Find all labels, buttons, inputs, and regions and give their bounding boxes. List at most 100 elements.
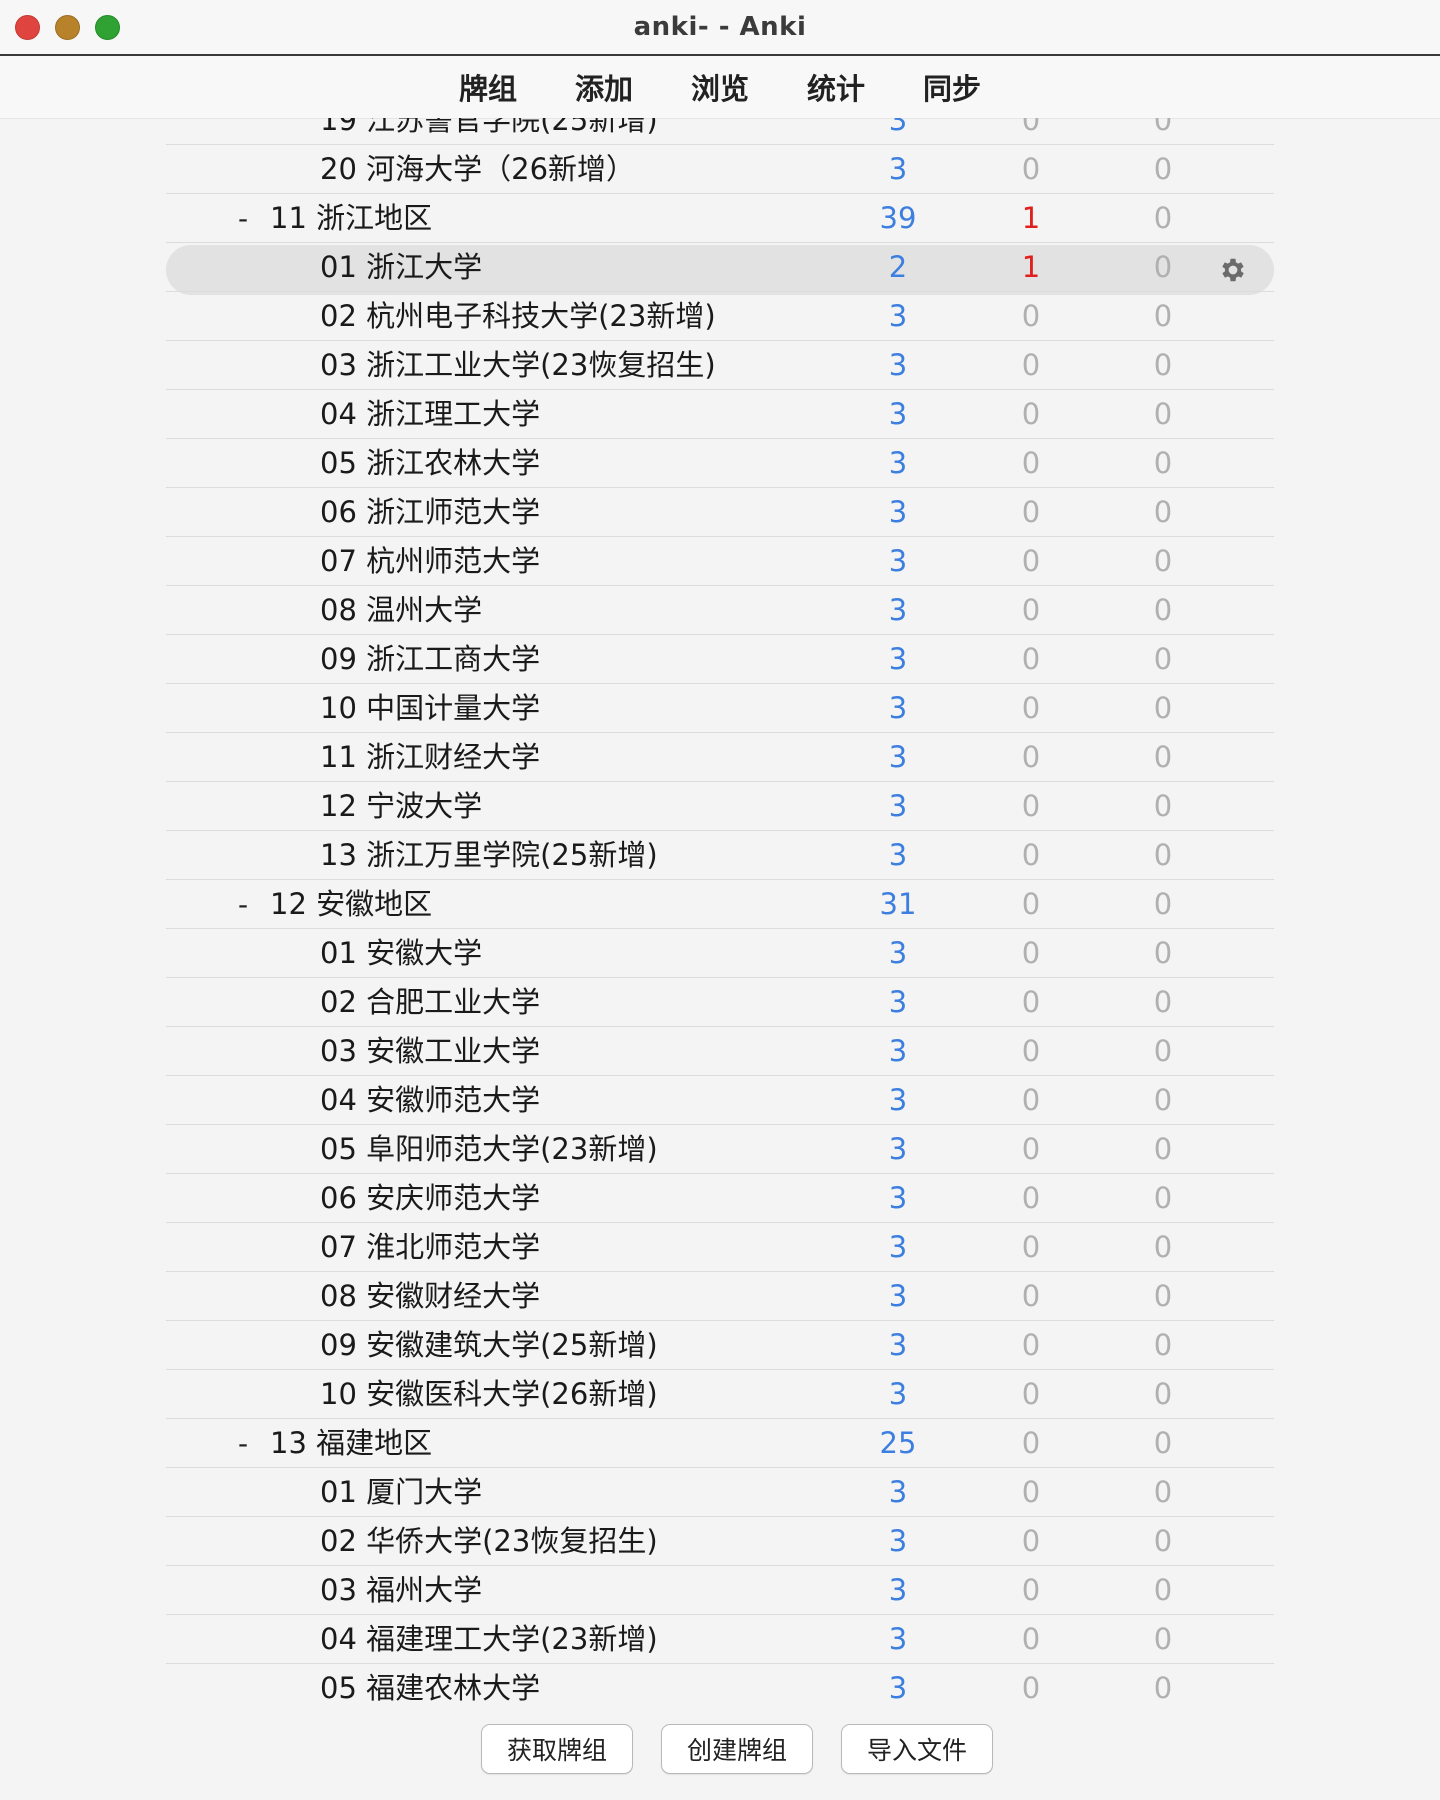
deck-row[interactable]: 02 华侨大学(23恢复招生) 3 0 0	[0, 1517, 1440, 1566]
deck-row[interactable]: 10 中国计量大学 3 0 0	[0, 684, 1440, 733]
deck-row[interactable]: 05 阜阳师范大学(23新增) 3 0 0	[0, 1125, 1440, 1174]
deck-name[interactable]: 08 安徽财经大学	[320, 1272, 540, 1321]
deck-name[interactable]: 05 浙江农林大学	[320, 439, 540, 488]
deck-row[interactable]: 08 安徽财经大学 3 0 0	[0, 1272, 1440, 1321]
deck-name[interactable]: 06 安庆师范大学	[320, 1174, 540, 1223]
deck-row[interactable]: 02 合肥工业大学 3 0 0	[0, 978, 1440, 1027]
deck-name[interactable]: 10 安徽医科大学(26新增)	[320, 1370, 658, 1419]
due-count: 0	[1153, 1524, 1173, 1558]
learn-count: 0	[1021, 152, 1041, 186]
deck-name[interactable]: 05 阜阳师范大学(23新增)	[320, 1125, 658, 1174]
deck-row[interactable]: 07 淮北师范大学 3 0 0	[0, 1223, 1440, 1272]
deck-name[interactable]: 01 安徽大学	[320, 929, 482, 978]
import-file-button[interactable]: 导入文件	[841, 1724, 993, 1774]
due-count: 0	[1153, 691, 1173, 725]
toolbar-decks[interactable]: 牌组	[430, 66, 546, 108]
deck-row[interactable]: 20 河海大学（26新增） 3 0 0	[0, 145, 1440, 194]
deck-name[interactable]: 03 福州大学	[320, 1566, 482, 1615]
due-count: 0	[1153, 1622, 1173, 1656]
due-count: 0	[1153, 1132, 1173, 1166]
deck-row[interactable]: 10 安徽医科大学(26新增) 3 0 0	[0, 1370, 1440, 1419]
new-count: 3	[888, 544, 908, 578]
create-deck-button[interactable]: 创建牌组	[661, 1724, 813, 1774]
new-count: 3	[888, 1671, 908, 1705]
deck-name[interactable]: 01 浙江大学	[320, 243, 482, 292]
deck-name[interactable]: 19 江苏警官学院(25新增)	[320, 118, 658, 145]
deck-name[interactable]: 02 杭州电子科技大学(23新增)	[320, 292, 716, 341]
deck-name[interactable]: 03 浙江工业大学(23恢复招生)	[320, 341, 716, 390]
deck-name[interactable]: 07 杭州师范大学	[320, 537, 540, 586]
deck-name[interactable]: 02 华侨大学(23恢复招生)	[320, 1517, 658, 1566]
deck-name[interactable]: 08 温州大学	[320, 586, 482, 635]
deck-row[interactable]: 03 福州大学 3 0 0	[0, 1566, 1440, 1615]
deck-name[interactable]: 04 福建理工大学(23新增)	[320, 1615, 658, 1664]
collapse-toggle[interactable]: -	[238, 880, 248, 929]
deck-name[interactable]: 20 河海大学（26新增）	[320, 145, 635, 194]
deck-name[interactable]: 05 福建农林大学	[320, 1664, 540, 1708]
toolbar-stats[interactable]: 统计	[778, 66, 894, 108]
deck-row[interactable]: 06 安庆师范大学 3 0 0	[0, 1174, 1440, 1223]
deck-row[interactable]: 02 杭州电子科技大学(23新增) 3 0 0	[0, 292, 1440, 341]
deck-group-row[interactable]: -13 福建地区 25 0 0	[0, 1419, 1440, 1468]
toolbar-sync[interactable]: 同步	[894, 66, 1010, 108]
new-count: 31	[879, 887, 917, 921]
deck-name[interactable]: 04 浙江理工大学	[320, 390, 540, 439]
deck-group-row[interactable]: -11 浙江地区 39 1 0	[0, 194, 1440, 243]
due-count: 0	[1153, 348, 1173, 382]
toolbar-add[interactable]: 添加	[546, 66, 662, 108]
deck-row[interactable]: 09 浙江工商大学 3 0 0	[0, 635, 1440, 684]
learn-count: 0	[1021, 1034, 1041, 1068]
deck-row[interactable]: 08 温州大学 3 0 0	[0, 586, 1440, 635]
due-count: 0	[1153, 936, 1173, 970]
learn-count: 0	[1021, 348, 1041, 382]
new-count: 3	[888, 1230, 908, 1264]
learn-count: 0	[1021, 1132, 1041, 1166]
deck-row[interactable]: 01 厦门大学 3 0 0	[0, 1468, 1440, 1517]
deck-name[interactable]: 09 浙江工商大学	[320, 635, 540, 684]
due-count: 0	[1153, 789, 1173, 823]
deck-name[interactable]: 13 福建地区	[270, 1419, 432, 1468]
deck-row[interactable]: 19 江苏警官学院(25新增) 3 0 0	[0, 118, 1440, 145]
due-count: 0	[1153, 1475, 1173, 1509]
learn-count: 0	[1021, 397, 1041, 431]
learn-count: 0	[1021, 642, 1041, 676]
deck-list[interactable]: 19 江苏警官学院(25新增) 3 0 0 20 河海大学（26新增） 3 0 0-11 浙江…	[0, 118, 1440, 1708]
deck-name[interactable]: 10 中国计量大学	[320, 684, 540, 733]
deck-row[interactable]: 07 杭州师范大学 3 0 0	[0, 537, 1440, 586]
deck-group-row[interactable]: -12 安徽地区 31 0 0	[0, 880, 1440, 929]
deck-row[interactable]: 05 浙江农林大学 3 0 0	[0, 439, 1440, 488]
deck-row[interactable]: 09 安徽建筑大学(25新增) 3 0 0	[0, 1321, 1440, 1370]
deck-name[interactable]: 11 浙江地区	[270, 194, 432, 243]
deck-row[interactable]: 03 浙江工业大学(23恢复招生) 3 0 0	[0, 341, 1440, 390]
gear-icon[interactable]	[1218, 255, 1248, 285]
deck-name[interactable]: 09 安徽建筑大学(25新增)	[320, 1321, 658, 1370]
toolbar-browse[interactable]: 浏览	[662, 66, 778, 108]
collapse-toggle[interactable]: -	[238, 1419, 248, 1468]
due-count: 0	[1153, 299, 1173, 333]
deck-name[interactable]: 04 安徽师范大学	[320, 1076, 540, 1125]
deck-name[interactable]: 12 宁波大学	[320, 782, 482, 831]
deck-row[interactable]: 12 宁波大学 3 0 0	[0, 782, 1440, 831]
deck-name[interactable]: 12 安徽地区	[270, 880, 432, 929]
deck-row[interactable]: 03 安徽工业大学 3 0 0	[0, 1027, 1440, 1076]
deck-name[interactable]: 13 浙江万里学院(25新增)	[320, 831, 658, 880]
deck-row[interactable]: 01 浙江大学 2 1 0	[0, 243, 1440, 295]
deck-row[interactable]: 04 福建理工大学(23新增) 3 0 0	[0, 1615, 1440, 1664]
deck-row[interactable]: 01 安徽大学 3 0 0	[0, 929, 1440, 978]
deck-name[interactable]: 02 合肥工业大学	[320, 978, 540, 1027]
get-shared-button[interactable]: 获取牌组	[481, 1724, 633, 1774]
learn-count: 1	[1021, 250, 1041, 284]
deck-row[interactable]: 11 浙江财经大学 3 0 0	[0, 733, 1440, 782]
deck-name[interactable]: 01 厦门大学	[320, 1468, 482, 1517]
due-count: 0	[1153, 118, 1173, 137]
deck-row[interactable]: 04 安徽师范大学 3 0 0	[0, 1076, 1440, 1125]
deck-name[interactable]: 07 淮北师范大学	[320, 1223, 540, 1272]
deck-row[interactable]: 06 浙江师范大学 3 0 0	[0, 488, 1440, 537]
deck-row[interactable]: 05 福建农林大学 3 0 0	[0, 1664, 1440, 1708]
collapse-toggle[interactable]: -	[238, 194, 248, 243]
deck-name[interactable]: 06 浙江师范大学	[320, 488, 540, 537]
deck-name[interactable]: 11 浙江财经大学	[320, 733, 540, 782]
deck-name[interactable]: 03 安徽工业大学	[320, 1027, 540, 1076]
deck-row[interactable]: 13 浙江万里学院(25新增) 3 0 0	[0, 831, 1440, 880]
deck-row[interactable]: 04 浙江理工大学 3 0 0	[0, 390, 1440, 439]
